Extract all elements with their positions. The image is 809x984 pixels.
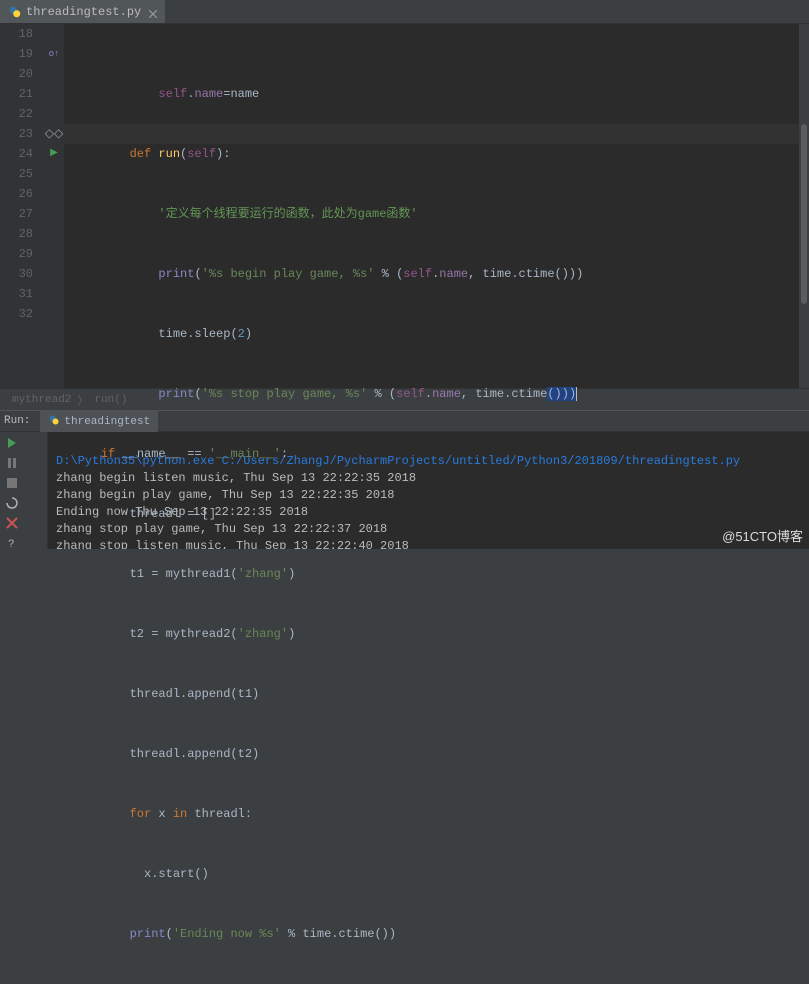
scrollbar-thumb[interactable] <box>801 124 807 304</box>
line-gutter: 18 19 20 21 22 23 24 25 26 27 28 29 30 3… <box>0 24 44 388</box>
close-icon[interactable] <box>5 516 19 530</box>
svg-text:?: ? <box>8 539 15 550</box>
help-icon[interactable]: ? <box>5 536 19 550</box>
line-number: 20 <box>0 64 33 84</box>
run-gutter-icon[interactable]: ▶ <box>44 144 64 164</box>
line-number: 24 <box>0 144 33 164</box>
vcs-change-marker[interactable]: ◇◇ <box>44 124 64 144</box>
watermark-text: @51CTO博客 <box>722 526 803 545</box>
override-marker-icon[interactable]: o↑ <box>44 44 64 64</box>
text-cursor <box>576 387 577 401</box>
line-number: 29 <box>0 244 33 264</box>
stop-icon[interactable] <box>5 476 19 490</box>
code-editor[interactable]: 18 19 20 21 22 23 24 25 26 27 28 29 30 3… <box>0 24 809 388</box>
restart-icon[interactable] <box>5 496 19 510</box>
run-toolbar-left: ? <box>0 432 24 549</box>
line-number: 30 <box>0 264 33 284</box>
line-number: 23 <box>0 124 33 144</box>
line-number: 18 <box>0 24 33 44</box>
editor-tab-bar: threadingtest.py <box>0 0 809 24</box>
line-number: 28 <box>0 224 33 244</box>
close-tab-icon[interactable] <box>149 8 157 16</box>
run-label: Run: <box>4 415 30 427</box>
line-number: 21 <box>0 84 33 104</box>
code-content[interactable]: self.name=name def run(self): '定义每个线程要运行… <box>64 24 809 388</box>
line-number: 31 <box>0 284 33 304</box>
line-number: 26 <box>0 184 33 204</box>
line-number: 27 <box>0 204 33 224</box>
rerun-icon[interactable] <box>5 436 19 450</box>
file-tab-threadingtest[interactable]: threadingtest.py <box>0 0 165 23</box>
line-number: 22 <box>0 104 33 124</box>
python-file-icon <box>48 414 60 430</box>
breadcrumb-class[interactable]: mythread2 <box>12 394 71 406</box>
editor-scrollbar[interactable] <box>799 24 809 388</box>
line-number: 32 <box>0 304 33 324</box>
pause-icon[interactable] <box>5 456 19 470</box>
line-number: 19 <box>0 44 33 64</box>
python-file-icon <box>8 5 22 19</box>
run-toolbar-inner <box>24 432 48 549</box>
gutter-markers: o↑ ◇◇ ▶ <box>44 24 64 388</box>
line-number: 25 <box>0 164 33 184</box>
file-tab-label: threadingtest.py <box>26 5 141 19</box>
current-line-highlight <box>64 124 809 144</box>
